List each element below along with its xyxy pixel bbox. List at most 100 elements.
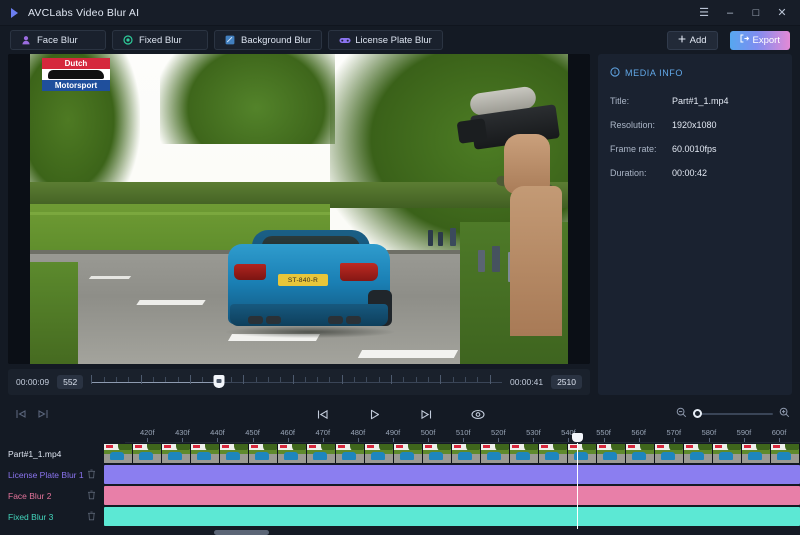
previous-frame-icon[interactable]: [311, 405, 333, 423]
scrollbar-thumb[interactable]: [214, 530, 269, 535]
export-button[interactable]: Export: [729, 30, 790, 50]
timeline-zoom-controls: [676, 405, 790, 423]
video-preview-stage[interactable]: ST-840-R Dutch Motorsport: [8, 54, 590, 364]
frame-ruler[interactable]: 420f 430f 440f 450f 460f 470f 480f 490f …: [125, 427, 800, 443]
trash-icon[interactable]: [87, 469, 96, 481]
track-row-license-plate-blur[interactable]: License Plate Blur 1: [0, 464, 104, 485]
tab-label: Background Blur: [241, 34, 312, 46]
scrubber-tick: [415, 377, 417, 382]
letterbox-left: [8, 54, 30, 364]
ruler-tick: [428, 438, 430, 442]
tab-fixed-blur[interactable]: Fixed Blur: [112, 30, 208, 50]
ruler-tick: [392, 438, 394, 442]
scrubber-tick: [165, 377, 167, 382]
face-blur-icon: [21, 35, 31, 45]
ruler-tick: [322, 438, 324, 442]
play-icon[interactable]: [363, 405, 385, 423]
minimize-button[interactable]: –: [718, 2, 742, 24]
operator-hand: [504, 134, 550, 194]
media-info-key: Duration:: [610, 168, 647, 178]
jump-to-end-icon[interactable]: [32, 405, 54, 423]
filmstrip-frame: [307, 444, 336, 463]
ruler-label: 520f: [490, 428, 506, 437]
ruler-tick: [673, 438, 675, 442]
track-row-face-blur[interactable]: Face Blur 2: [0, 485, 104, 506]
video-clip-lane[interactable]: [104, 443, 800, 464]
track-row-fixed-blur[interactable]: Fixed Blur 3: [0, 506, 104, 527]
media-info-title: MEDIA INFO: [625, 68, 684, 78]
filmstrip-clip[interactable]: [104, 444, 800, 463]
track-name: Face Blur 2: [8, 490, 52, 501]
add-button[interactable]: Add: [666, 30, 718, 50]
close-button[interactable]: ✕: [770, 2, 794, 24]
zoom-in-icon[interactable]: [779, 405, 790, 423]
timeline-playhead[interactable]: [572, 433, 584, 529]
info-circle-icon: [610, 64, 620, 82]
filmstrip-frame: [655, 444, 684, 463]
eye-preview-icon[interactable]: [467, 405, 489, 423]
camcorder-lens: [456, 118, 488, 144]
media-info-key: Title:: [610, 96, 630, 106]
license-plate-blur-clip[interactable]: [104, 465, 800, 484]
track-name: Part#1_1.mp4: [8, 448, 62, 459]
filmstrip-frame: [162, 444, 191, 463]
scrubber-tick: [202, 377, 204, 382]
fixed-blur-clip[interactable]: [104, 507, 800, 526]
car-license-plate: ST-840-R: [278, 274, 328, 286]
filmstrip-frame: [771, 444, 800, 463]
scrubber-tick: [103, 377, 105, 382]
ruler-tick: [498, 438, 500, 442]
next-frame-icon[interactable]: [415, 405, 437, 423]
track-row-video[interactable]: Part#1_1.mp4: [0, 443, 104, 464]
car-shadow: [226, 326, 394, 338]
car-subject: ST-840-R: [222, 230, 396, 346]
lane-marking: [357, 350, 459, 358]
filmstrip-frame: [597, 444, 626, 463]
tab-license-plate-blur[interactable]: License Plate Blur: [328, 30, 443, 50]
menu-button[interactable]: ☰: [692, 2, 716, 24]
preview-scrubber[interactable]: 00:00:09 552 00:00:41 2510: [8, 369, 590, 395]
face-blur-clip[interactable]: [104, 486, 800, 505]
scrubber-tick: [255, 377, 257, 382]
scrubber-track-fill: [91, 382, 219, 383]
filmstrip-frame: [220, 444, 249, 463]
camera-operator: [448, 76, 568, 336]
timeline-playhead-handle[interactable]: [572, 433, 584, 442]
ruler-label: 480f: [350, 428, 366, 437]
zoom-out-icon[interactable]: [676, 405, 687, 423]
race-car-silhouette-icon: [48, 70, 104, 79]
car-exhaust: [328, 316, 343, 324]
tab-background-blur[interactable]: Background Blur: [214, 30, 323, 50]
ruler-label: 560f: [631, 428, 646, 437]
maximize-button[interactable]: □: [744, 2, 768, 24]
field-stripe: [30, 212, 330, 215]
filmstrip-frame: [278, 444, 307, 463]
track-lane-column[interactable]: [104, 433, 800, 535]
scrubber-tick: [366, 377, 368, 382]
scrubber-track[interactable]: [91, 375, 502, 389]
ruler-label: 430f: [175, 428, 190, 437]
car-exhaust: [248, 316, 263, 324]
plus-icon: [678, 35, 686, 46]
jump-to-start-icon[interactable]: [10, 405, 32, 423]
scrubber-tick: [378, 377, 380, 382]
ruler-label: 470f: [315, 428, 331, 437]
tab-face-blur[interactable]: Face Blur: [10, 30, 106, 50]
ruler-label: 440f: [210, 428, 225, 437]
fixed-blur-lane[interactable]: [104, 506, 800, 527]
scrubber-tick: [341, 375, 343, 384]
zoom-slider[interactable]: [693, 409, 773, 419]
trash-icon[interactable]: [87, 511, 96, 523]
scrubber-tick: [428, 377, 430, 382]
trash-icon[interactable]: [87, 490, 96, 502]
end-frame-field[interactable]: 2510: [551, 375, 582, 389]
timeline-horizontal-scrollbar[interactable]: [104, 530, 800, 535]
face-blur-lane[interactable]: [104, 485, 800, 506]
filmstrip-frame: [365, 444, 394, 463]
ruler-label: 500f: [420, 428, 436, 437]
start-frame-field[interactable]: 552: [57, 375, 84, 389]
license-plate-blur-lane[interactable]: [104, 464, 800, 485]
scrubber-playhead-handle[interactable]: [213, 375, 225, 388]
ruler-label: 550f: [596, 428, 611, 437]
zoom-slider-handle[interactable]: [693, 409, 702, 418]
